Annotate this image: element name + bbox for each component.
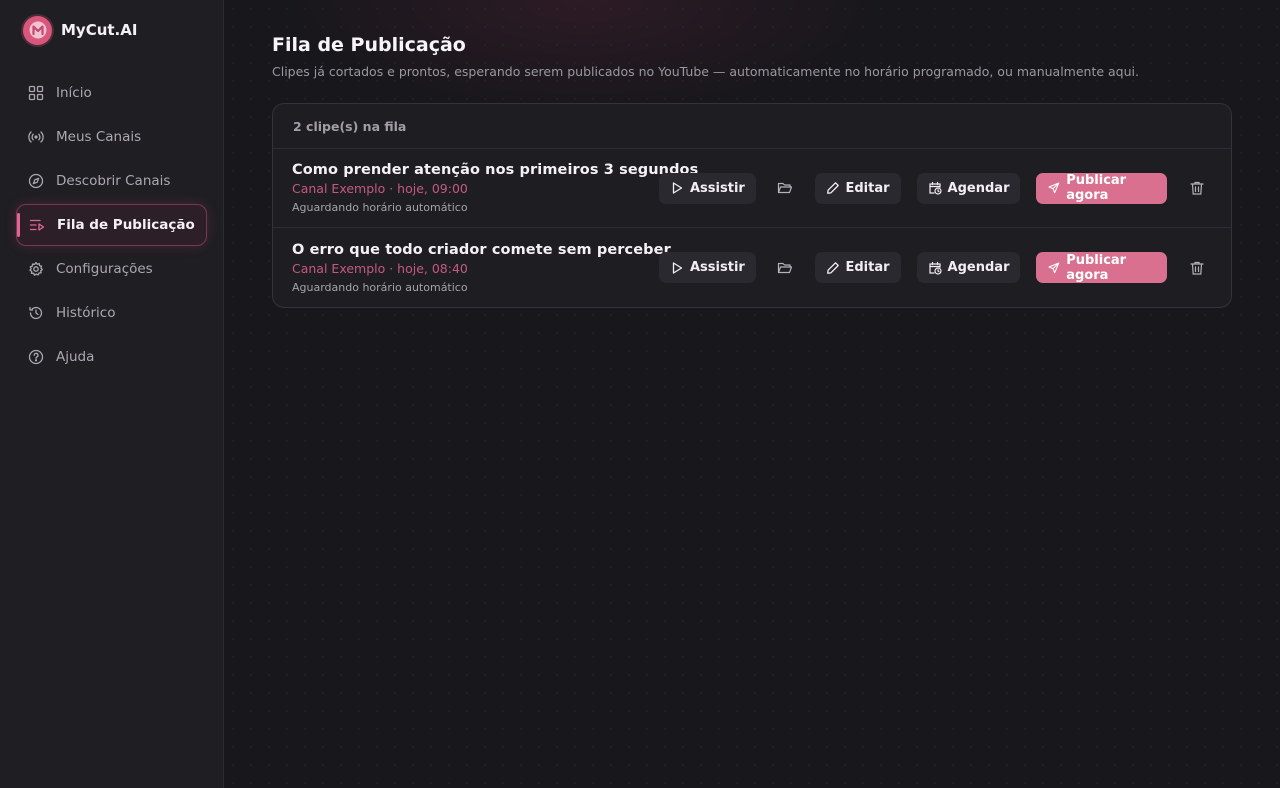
play-icon [672,261,683,274]
sidebar-item-label: Descobrir Canais [56,173,171,189]
schedule-button-label: Agendar [947,180,1010,196]
send-icon [1048,182,1060,194]
sidebar-item-label: Histórico [56,305,116,321]
publish-now-button[interactable]: Publicar agora [1036,252,1168,283]
publish-now-button[interactable]: Publicar agora [1036,172,1168,204]
sidebar-item-configuracoes[interactable]: Configurações [16,248,207,290]
watch-button-label: Assistir [690,260,745,275]
calendar-clock-icon [928,261,942,275]
logo-icon [23,15,52,45]
trash-icon [1190,181,1204,195]
help-circle-icon [28,349,44,365]
page-subtitle: Clipes já cortados e prontos, esperando … [272,64,1139,79]
open-folder-button[interactable] [771,252,800,283]
sidebar-item-descobrir-canais[interactable]: Descobrir Canais [16,160,207,202]
edit-button-label: Editar [845,180,890,196]
history-icon [29,306,43,320]
watch-button[interactable]: Assistir [659,252,756,283]
sidebar: MyCut.AI Início Meus Canais Descobrir Ca… [0,0,224,788]
compass-icon [28,173,44,189]
pencil-icon [826,182,839,194]
sidebar-item-ajuda[interactable]: Ajuda [16,336,207,378]
sidebar-item-label: Meus Canais [56,129,142,145]
page-title: Fila de Publicação [272,34,466,56]
queue-item: Como prender atenção nos primeiros 3 seg… [273,149,1231,228]
edit-button-label: Editar [845,260,890,275]
watch-button[interactable]: Assistir [659,172,756,204]
app-window: MyCut.AI Início Meus Canais Descobrir Ca… [0,0,1280,788]
sidebar-item-meus-canais[interactable]: Meus Canais [16,116,207,158]
brand-name: MyCut.AI [61,21,138,39]
sidebar-item-historico[interactable]: Histórico [16,292,207,334]
edit-button[interactable]: Editar [814,172,901,204]
pencil-icon [826,261,839,274]
sidebar-item-label: Ajuda [56,349,95,365]
clip-title: O erro que todo criador comete sem perce… [292,241,671,258]
watch-button-label: Assistir [690,180,745,196]
publish-queue: 2 clipe(s) na fila Como prender atenção … [272,103,1232,308]
queue-item: O erro que todo criador comete sem perce… [273,228,1231,307]
list-play-icon [29,219,45,231]
clip-title: Como prender atenção nos primeiros 3 seg… [292,162,699,178]
edit-button[interactable]: Editar [814,252,901,283]
clip-status: Aguardando horário automático [292,201,468,214]
publish-now-button-label: Publicar agora [1066,173,1127,203]
publish-now-button-label: Publicar agora [1066,252,1127,283]
queue-count: 2 clipe(s) na fila [273,104,1231,149]
sidebar-item-inicio[interactable]: Início [16,72,207,114]
clip-status: Aguardando horário automático [292,280,468,294]
schedule-button[interactable]: Agendar [916,172,1021,204]
sidebar-item-label: Início [56,85,92,101]
play-icon [672,182,683,194]
main-content: Fila de Publicação Clipes já cortados e … [224,0,1280,788]
grid-icon [28,85,44,101]
open-folder-button[interactable] [771,173,800,204]
sidebar-item-fila-de-publicacao[interactable]: Fila de Publicação [16,204,207,246]
brand[interactable]: MyCut.AI [23,14,207,46]
broadcast-icon [28,131,44,143]
clip-meta: Canal Exemplo · hoje, 08:40 [292,260,468,276]
schedule-button[interactable]: Agendar [916,252,1021,283]
clip-actions: Assistir Editar Agendar Publicar agora [659,252,1211,283]
calendar-clock-icon [928,181,942,195]
sidebar-item-label: Configurações [56,261,153,277]
gear-icon [29,261,43,276]
clip-info: Como prender atenção nos primeiros 3 seg… [292,162,699,214]
sidebar-nav: Início Meus Canais Descobrir Canais Fila… [16,72,207,378]
schedule-button-label: Agendar [947,260,1010,275]
delete-button[interactable] [1182,252,1211,283]
sidebar-item-label: Fila de Publicação [57,217,195,233]
clip-info: O erro que todo criador comete sem perce… [292,241,671,294]
trash-icon [1190,261,1204,275]
clip-meta: Canal Exemplo · hoje, 09:00 [292,181,468,196]
folder-icon [778,182,793,194]
delete-button[interactable] [1182,173,1211,204]
clip-actions: Assistir Editar Agendar Publicar agora [659,172,1211,204]
send-icon [1048,262,1060,273]
folder-icon [778,262,793,273]
